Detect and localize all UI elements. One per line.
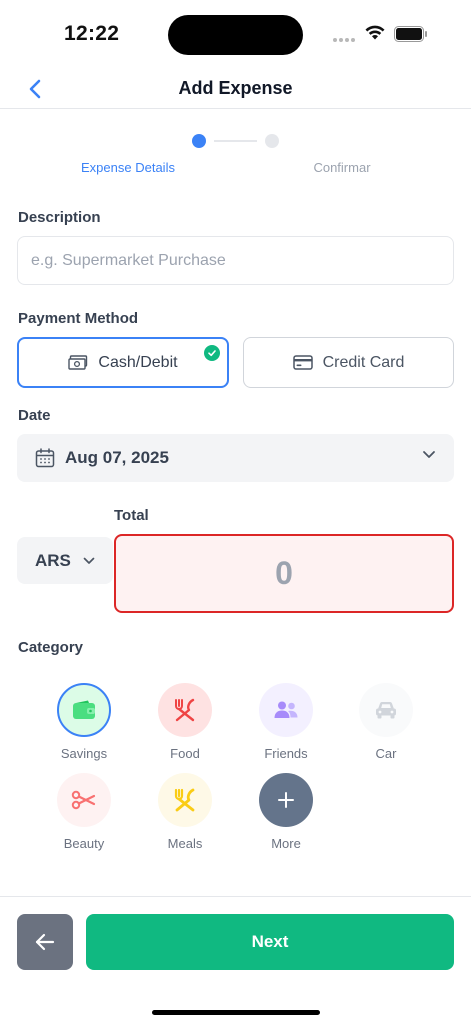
car-icon (359, 683, 413, 737)
category-label-text: More (271, 836, 301, 851)
total-label: Total (114, 507, 149, 524)
step-label-confirm: Confirmar (313, 160, 371, 175)
total-amount-input[interactable] (114, 534, 454, 613)
home-indicator (152, 1010, 320, 1015)
footer-divider (0, 896, 471, 897)
category-label-text: Savings (60, 746, 108, 761)
check-icon (204, 345, 220, 361)
currency-value: ARS (35, 550, 71, 570)
category-label-text: Food (170, 746, 200, 761)
stepper: Expense Details Confirmar (0, 130, 471, 180)
status-bar: 12:22 (0, 0, 471, 70)
chevron-down-icon (83, 557, 95, 564)
wifi-icon (365, 25, 385, 40)
description-input[interactable] (17, 236, 454, 285)
fork-knife-icon (158, 773, 212, 827)
date-value: Aug 07, 2025 (65, 448, 169, 467)
chevron-down-icon (423, 451, 435, 458)
users-icon (259, 683, 313, 737)
credit-card-icon (292, 355, 313, 370)
category-friends[interactable]: Friends (246, 683, 326, 761)
category-meals[interactable]: Meals (145, 773, 225, 851)
category-label-text: Friends (264, 746, 308, 761)
scissors-icon (57, 773, 111, 827)
dynamic-island (168, 15, 303, 55)
status-time: 12:22 (64, 22, 120, 45)
nav-bar: Add Expense (0, 70, 471, 109)
category-savings[interactable]: Savings (44, 683, 124, 761)
description-label: Description (18, 209, 101, 226)
date-picker[interactable]: Aug 07, 2025 (17, 434, 454, 482)
payment-option-cash-debit[interactable]: Cash/Debit (17, 337, 229, 388)
utensils-icon (158, 683, 212, 737)
next-button[interactable]: Next (86, 914, 454, 970)
calendar-icon (35, 448, 55, 468)
category-label-text: Meals (167, 836, 203, 851)
cash-icon (68, 354, 88, 370)
category-food[interactable]: Food (145, 683, 225, 761)
payment-method-label: Payment Method (18, 310, 139, 327)
payment-option-label: Credit Card (322, 353, 405, 371)
previous-button[interactable] (17, 914, 73, 970)
category-label: Category (18, 639, 84, 656)
currency-selector[interactable]: ARS (17, 537, 113, 584)
step-indicator-active (192, 134, 206, 148)
category-beauty[interactable]: Beauty (44, 773, 124, 851)
category-label-text: Beauty (63, 836, 105, 851)
step-label-expense-details: Expense Details (81, 160, 175, 175)
category-car[interactable]: Car (346, 683, 426, 761)
category-more[interactable]: More (246, 773, 326, 851)
page-title: Add Expense (178, 78, 293, 98)
category-label-text: Car (375, 746, 397, 761)
step-connector (214, 140, 257, 142)
payment-option-credit-card[interactable]: Credit Card (243, 337, 454, 388)
date-label: Date (18, 407, 51, 424)
battery-icon (394, 26, 427, 42)
plus-icon (259, 773, 313, 827)
arrow-left-icon (35, 933, 55, 951)
signal-icon (333, 38, 355, 42)
payment-option-label: Cash/Debit (98, 353, 178, 371)
wallet-icon (57, 683, 111, 737)
step-indicator-inactive (265, 134, 279, 148)
